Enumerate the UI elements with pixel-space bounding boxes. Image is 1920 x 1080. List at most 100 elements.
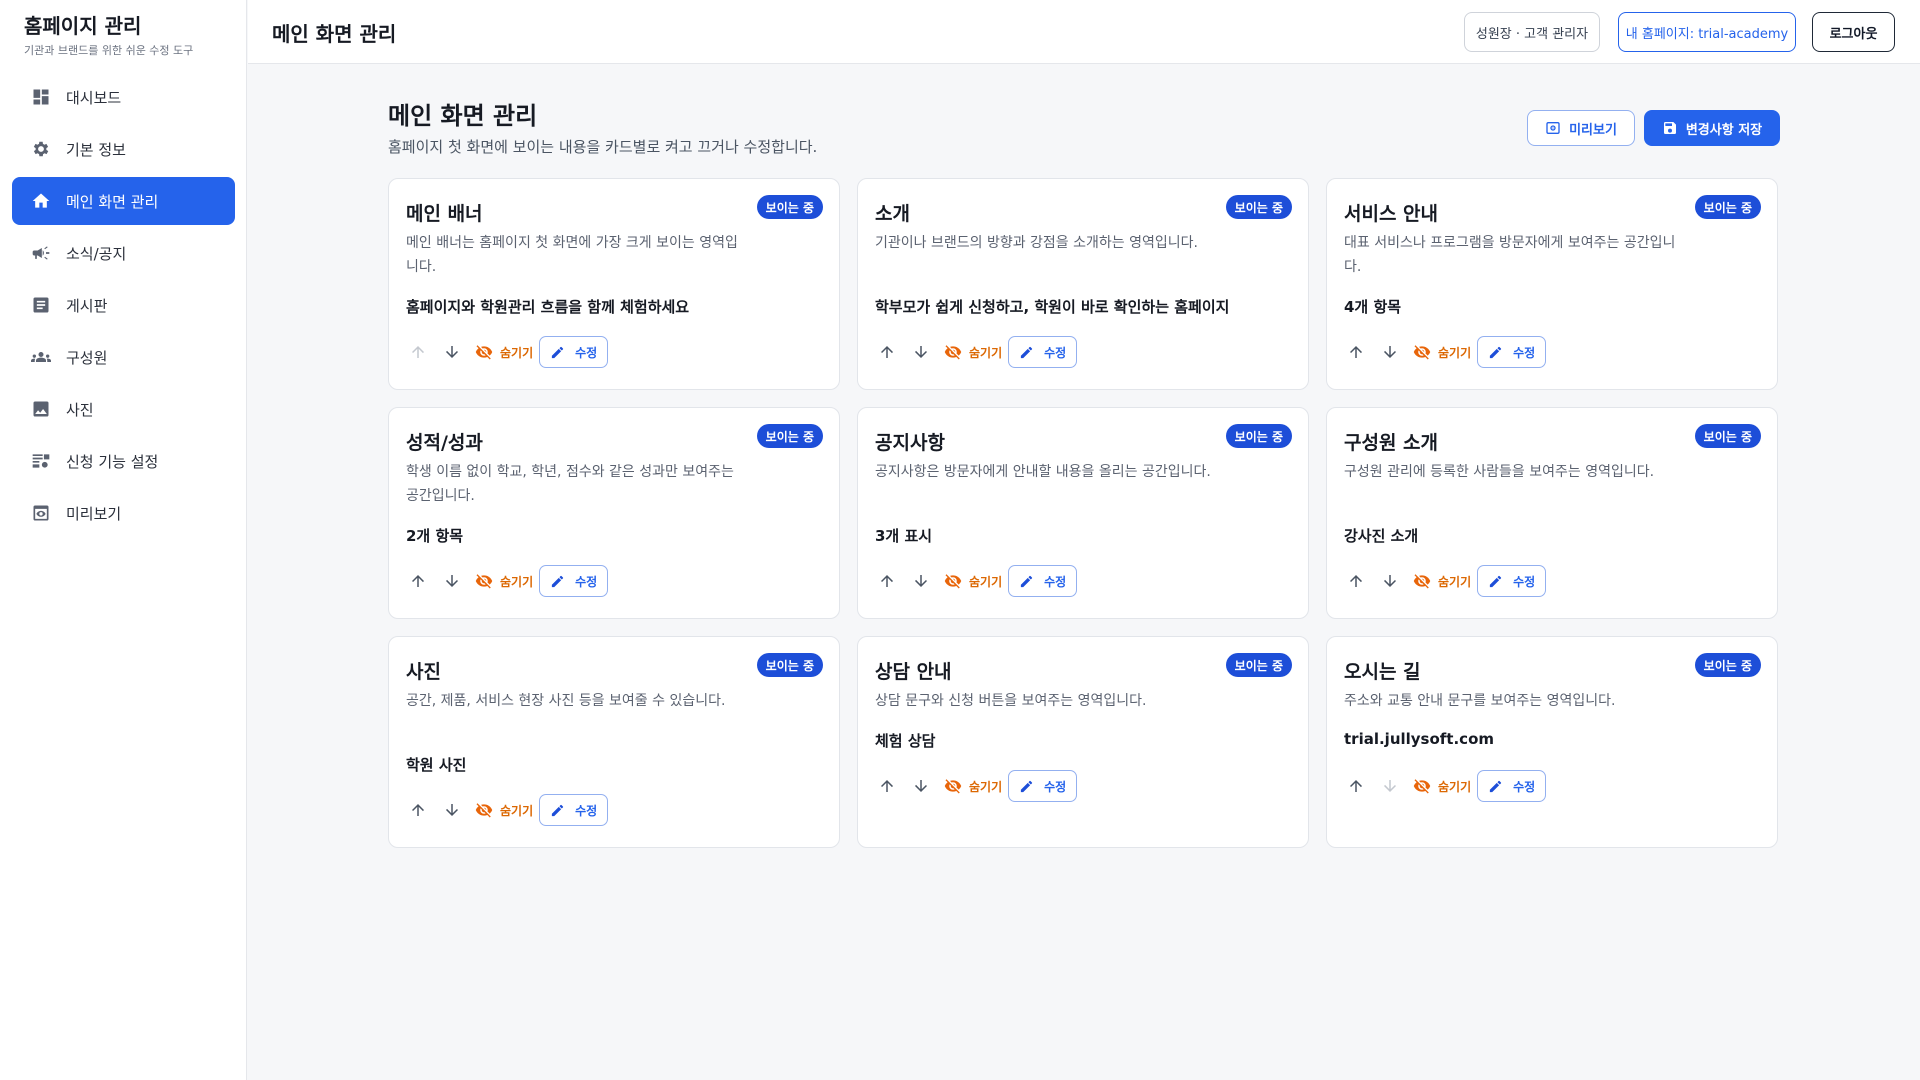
edit-button[interactable]: 수정 — [1477, 336, 1547, 368]
edit-button[interactable]: 수정 — [539, 336, 609, 368]
visible-status-badge[interactable]: 보이는 중 — [756, 195, 823, 219]
edit-button[interactable]: 수정 — [1008, 770, 1078, 802]
pencil-icon — [1488, 779, 1513, 794]
move-up-button[interactable] — [1341, 337, 1371, 367]
move-down-button[interactable] — [437, 566, 467, 596]
dashboard-icon — [30, 86, 52, 108]
preview-button-label: 미리보기 — [1569, 122, 1617, 138]
visible-status-badge[interactable]: 보이는 중 — [1225, 424, 1292, 448]
move-down-button[interactable] — [1375, 566, 1405, 596]
sidebar-item-6[interactable]: 사진 — [12, 385, 235, 433]
visible-status-badge[interactable]: 보이는 중 — [1694, 424, 1761, 448]
arrow-down-icon — [443, 801, 461, 819]
sidebar-item-3[interactable]: 소식/공지 — [12, 229, 235, 277]
pencil-icon — [550, 574, 575, 589]
topbar-title: 메인 화면 관리 — [272, 22, 397, 46]
edit-button[interactable]: 수정 — [539, 794, 609, 826]
hide-button[interactable]: 숨기기 — [940, 337, 1008, 367]
edit-button-label: 수정 — [1513, 779, 1536, 794]
move-up-button[interactable] — [1341, 771, 1371, 801]
sidebar-item-2[interactable]: 메인 화면 관리 — [12, 177, 235, 225]
eye-off-icon — [944, 572, 969, 590]
visible-status-badge[interactable]: 보이는 중 — [1225, 653, 1292, 677]
brand-title: 홈페이지 관리 — [24, 14, 142, 38]
move-down-button[interactable] — [437, 337, 467, 367]
move-up-button[interactable] — [1341, 566, 1371, 596]
visible-status-badge[interactable]: 보이는 중 — [756, 424, 823, 448]
move-down-button[interactable] — [1375, 771, 1405, 801]
card-summary: 4개 항목 — [1344, 298, 1402, 316]
edit-button-label: 수정 — [1044, 574, 1067, 589]
move-up-button[interactable] — [403, 337, 433, 367]
move-up-button[interactable] — [403, 566, 433, 596]
eye-off-icon — [1413, 572, 1438, 590]
people-icon — [30, 346, 52, 368]
pencil-icon — [550, 345, 575, 360]
hide-button[interactable]: 숨기기 — [471, 795, 539, 825]
sidebar-item-5[interactable]: 구성원 — [12, 333, 235, 381]
section-card: 메인 배너 보이는 중 메인 배너는 홈페이지 첫 화면에 가장 크게 보이는 영역… — [388, 178, 840, 390]
move-down-button[interactable] — [1375, 337, 1405, 367]
preview-icon — [30, 502, 52, 524]
edit-button[interactable]: 수정 — [1477, 770, 1547, 802]
sidebar-item-7[interactable]: 신청 기능 설정 — [12, 437, 235, 485]
card-actions: 숨기기 수정 — [403, 794, 609, 826]
visible-status-badge[interactable]: 보이는 중 — [1694, 195, 1761, 219]
section-card-grid: 메인 배너 보이는 중 메인 배너는 홈페이지 첫 화면에 가장 크게 보이는 영역… — [388, 178, 1780, 848]
user-role-button[interactable]: 성원장 · 고객 관리자 — [1464, 12, 1600, 52]
save-changes-button[interactable]: 변경사항 저장 — [1644, 110, 1780, 146]
eye-off-icon — [475, 572, 500, 590]
hide-button-label: 숨기기 — [1438, 574, 1472, 589]
section-card: 사진 보이는 중 공간, 제품, 서비스 현장 사진 등을 보여줄 수 있습니다. 학… — [388, 636, 840, 848]
arrow-down-icon — [443, 343, 461, 361]
hide-button[interactable]: 숨기기 — [1409, 566, 1477, 596]
section-card: 소개 보이는 중 기관이나 브랜드의 방향과 강점을 소개하는 영역입니다. 학부모가… — [857, 178, 1309, 390]
move-down-button[interactable] — [906, 771, 936, 801]
sidebar-item-4[interactable]: 게시판 — [12, 281, 235, 329]
my-homepage-button[interactable]: 내 홈페이지: trial-academy — [1618, 12, 1796, 52]
visible-status-badge[interactable]: 보이는 중 — [1694, 653, 1761, 677]
section-card: 서비스 안내 보이는 중 대표 서비스나 프로그램을 방문자에게 보여주는 공간입니… — [1326, 178, 1778, 390]
sidebar-item-label: 기본 정보 — [66, 140, 126, 159]
hide-button[interactable]: 숨기기 — [471, 566, 539, 596]
hide-button-label: 숨기기 — [500, 803, 534, 818]
move-up-button[interactable] — [872, 566, 902, 596]
sidebar-item-8[interactable]: 미리보기 — [12, 489, 235, 537]
edit-button-label: 수정 — [575, 803, 598, 818]
edit-button[interactable]: 수정 — [1477, 565, 1547, 597]
arrow-up-icon — [1347, 777, 1365, 795]
logout-button[interactable]: 로그아웃 — [1812, 12, 1895, 52]
move-up-button[interactable] — [403, 795, 433, 825]
save-button-label: 변경사항 저장 — [1685, 122, 1763, 138]
brand-subtitle: 기관과 브랜드를 위한 쉬운 수정 도구 — [24, 44, 194, 57]
visible-status-badge[interactable]: 보이는 중 — [756, 653, 823, 677]
edit-button[interactable]: 수정 — [539, 565, 609, 597]
hide-button[interactable]: 숨기기 — [940, 771, 1008, 801]
card-actions: 숨기기 수정 — [403, 565, 609, 597]
move-up-button[interactable] — [872, 337, 902, 367]
move-down-button[interactable] — [906, 337, 936, 367]
edit-button[interactable]: 수정 — [1008, 565, 1078, 597]
move-down-button[interactable] — [437, 795, 467, 825]
save-icon — [1662, 120, 1686, 136]
hide-button[interactable]: 숨기기 — [1409, 771, 1477, 801]
move-down-button[interactable] — [906, 566, 936, 596]
card-actions: 숨기기 수정 — [1341, 770, 1547, 802]
move-up-button[interactable] — [872, 771, 902, 801]
edit-button[interactable]: 수정 — [1008, 336, 1078, 368]
card-summary: 2개 항목 — [406, 527, 464, 545]
arrow-down-icon — [912, 572, 930, 590]
hide-button[interactable]: 숨기기 — [471, 337, 539, 367]
sidebar-item-0[interactable]: 대시보드 — [12, 73, 235, 121]
card-title: 성적/성과 — [406, 432, 483, 454]
hide-button[interactable]: 숨기기 — [1409, 337, 1477, 367]
preview-button[interactable]: 미리보기 — [1527, 110, 1635, 146]
card-description: 공지사항은 방문자에게 안내할 내용을 올리는 공간입니다. — [875, 464, 1211, 480]
hide-button[interactable]: 숨기기 — [940, 566, 1008, 596]
section-card: 공지사항 보이는 중 공지사항은 방문자에게 안내할 내용을 올리는 공간입니다. 3… — [857, 407, 1309, 619]
pencil-icon — [1488, 574, 1513, 589]
section-card: 성적/성과 보이는 중 학생 이름 없이 학교, 학년, 점수와 같은 성과만 보여… — [388, 407, 840, 619]
arrow-up-icon — [878, 343, 896, 361]
visible-status-badge[interactable]: 보이는 중 — [1225, 195, 1292, 219]
sidebar-item-1[interactable]: 기본 정보 — [12, 125, 235, 173]
